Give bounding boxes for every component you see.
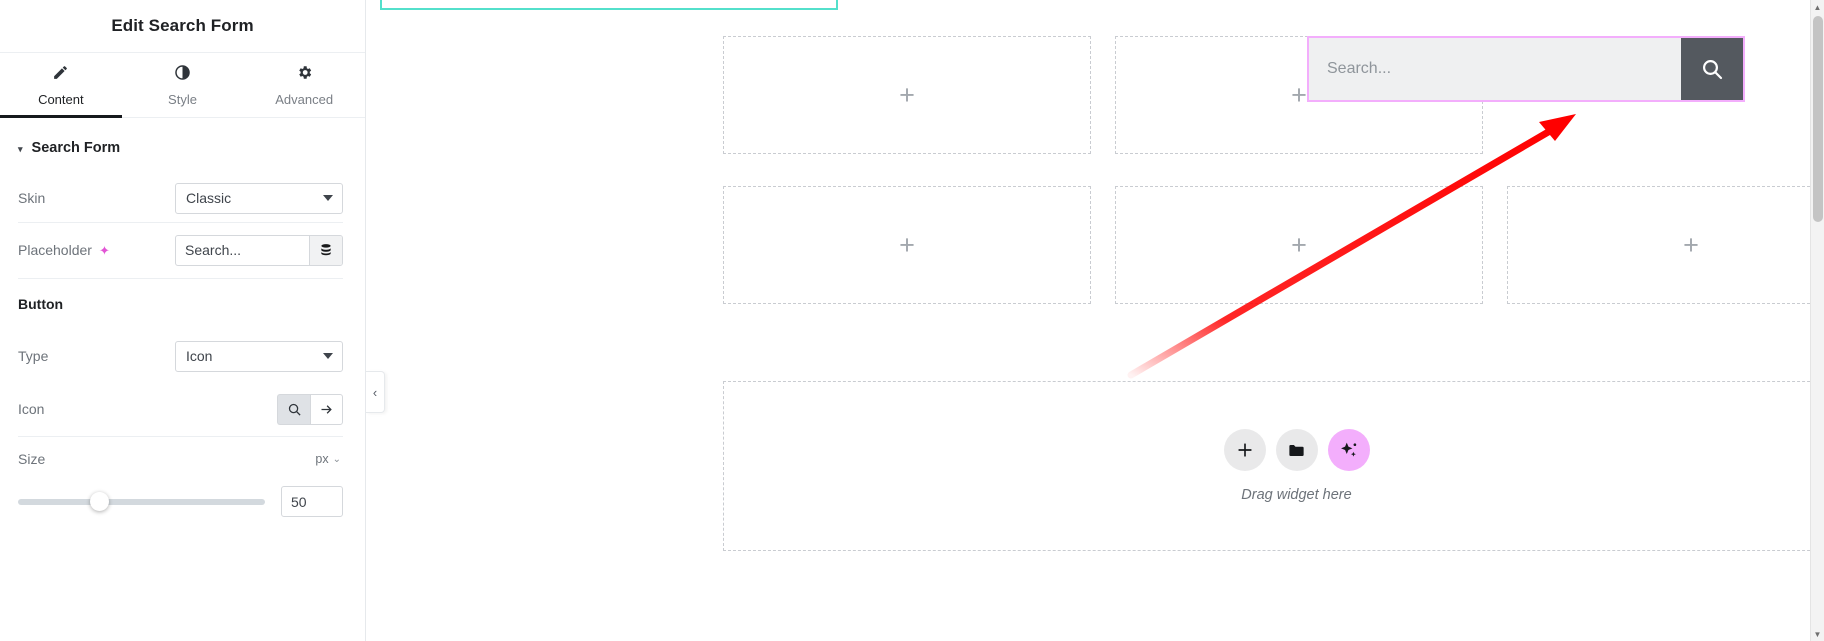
size-number-input[interactable]: 50 xyxy=(281,486,343,517)
search-form-widget[interactable]: Search... xyxy=(1307,36,1745,102)
pencil-icon xyxy=(52,64,69,85)
preview-canvas: + + Search... + + + Drag widget here ▲ ▼ xyxy=(366,0,1824,641)
scrollbar-thumb[interactable] xyxy=(1813,16,1823,222)
placeholder-label: Placeholder ✦ xyxy=(18,242,110,258)
placeholder-input-group xyxy=(175,234,343,266)
section-search-form[interactable]: ▾ Search Form xyxy=(0,118,365,174)
database-icon[interactable] xyxy=(309,235,342,265)
size-slider-thumb[interactable] xyxy=(90,492,109,511)
section-title: Search Form xyxy=(31,140,121,156)
plus-icon: + xyxy=(1683,229,1699,260)
panel-title: Edit Search Form xyxy=(111,16,254,35)
chevron-left-icon: ‹ xyxy=(372,384,378,400)
plus-icon: + xyxy=(899,79,915,110)
search-icon xyxy=(1700,57,1724,81)
type-value: Icon xyxy=(186,348,213,364)
add-widget-button[interactable] xyxy=(1223,429,1266,471)
empty-cell[interactable]: + xyxy=(723,36,1091,154)
empty-cell[interactable]: + xyxy=(1115,186,1483,304)
control-button-heading: Button xyxy=(0,278,365,330)
chevron-down-icon xyxy=(323,353,333,359)
search-input[interactable]: Search... xyxy=(1309,38,1681,100)
scroll-up-icon[interactable]: ▲ xyxy=(1811,0,1824,14)
sparkle-icon[interactable]: ✦ xyxy=(99,244,110,257)
empty-cell[interactable]: + xyxy=(1507,186,1824,304)
dropzone-buttons xyxy=(1223,429,1370,471)
folder-icon[interactable] xyxy=(1275,429,1318,471)
control-skin: Skin Classic xyxy=(0,174,365,222)
canvas-inner: + + Search... + + + Drag widget here xyxy=(366,0,1824,641)
type-label: Type xyxy=(18,348,49,364)
scroll-down-icon[interactable]: ▼ xyxy=(1811,627,1824,641)
elementor-editor: Edit Search Form Content Style Advanced xyxy=(0,0,1824,641)
tab-advanced-label: Advanced xyxy=(275,91,334,107)
size-slider-row: 50 xyxy=(0,482,365,517)
size-value: 50 xyxy=(291,493,307,510)
dropzone-label: Drag widget here xyxy=(1241,487,1352,503)
icon-choices xyxy=(277,393,343,425)
skin-value: Classic xyxy=(186,190,232,206)
search-placeholder: Search... xyxy=(1327,60,1392,77)
size-slider[interactable] xyxy=(18,492,265,511)
editor-panel: Edit Search Form Content Style Advanced xyxy=(0,0,366,641)
control-icon: Icon xyxy=(0,382,365,436)
size-label: Size xyxy=(18,451,46,467)
placeholder-label-text: Placeholder xyxy=(18,242,92,258)
search-submit-button[interactable] xyxy=(1681,38,1743,100)
canvas-row-2: + + + xyxy=(723,186,1824,304)
widget-dropzone[interactable]: Drag widget here xyxy=(723,381,1824,551)
plus-icon: + xyxy=(1291,79,1307,110)
chevron-down-icon: ▾ xyxy=(18,143,23,154)
contrast-icon xyxy=(174,64,191,85)
size-unit-value: px xyxy=(315,452,329,466)
panel-tabs: Content Style Advanced xyxy=(0,52,365,118)
control-type: Type Icon xyxy=(0,330,365,382)
panel-collapse-toggle[interactable]: ‹ xyxy=(366,371,385,413)
tab-style[interactable]: Style xyxy=(122,53,244,117)
search-icon[interactable] xyxy=(277,393,310,425)
gear-icon xyxy=(296,64,313,85)
canvas-scrollbar[interactable]: ▲ ▼ xyxy=(1810,0,1824,641)
skin-select[interactable]: Classic xyxy=(175,182,343,214)
size-unit-picker[interactable]: px ⌄ xyxy=(315,452,343,466)
button-group-label: Button xyxy=(18,296,64,312)
control-placeholder: Placeholder ✦ xyxy=(0,222,365,278)
tab-content-label: Content xyxy=(38,91,84,107)
icon-label: Icon xyxy=(18,401,45,417)
tab-style-label: Style xyxy=(168,91,197,107)
type-select[interactable]: Icon xyxy=(175,340,343,372)
chevron-down-icon: ⌄ xyxy=(332,453,341,465)
control-size: Size px ⌄ xyxy=(0,436,365,482)
ai-sparkle-icon[interactable] xyxy=(1327,429,1370,471)
empty-cell[interactable]: + xyxy=(723,186,1091,304)
placeholder-input[interactable] xyxy=(176,235,309,265)
skin-label: Skin xyxy=(18,190,46,206)
tab-content[interactable]: Content xyxy=(0,53,122,118)
plus-icon: + xyxy=(899,229,915,260)
highlighted-container xyxy=(380,0,838,10)
tab-advanced[interactable]: Advanced xyxy=(243,53,365,117)
chevron-down-icon xyxy=(323,195,333,201)
plus-icon: + xyxy=(1291,229,1307,260)
arrow-right-icon[interactable] xyxy=(310,393,343,425)
